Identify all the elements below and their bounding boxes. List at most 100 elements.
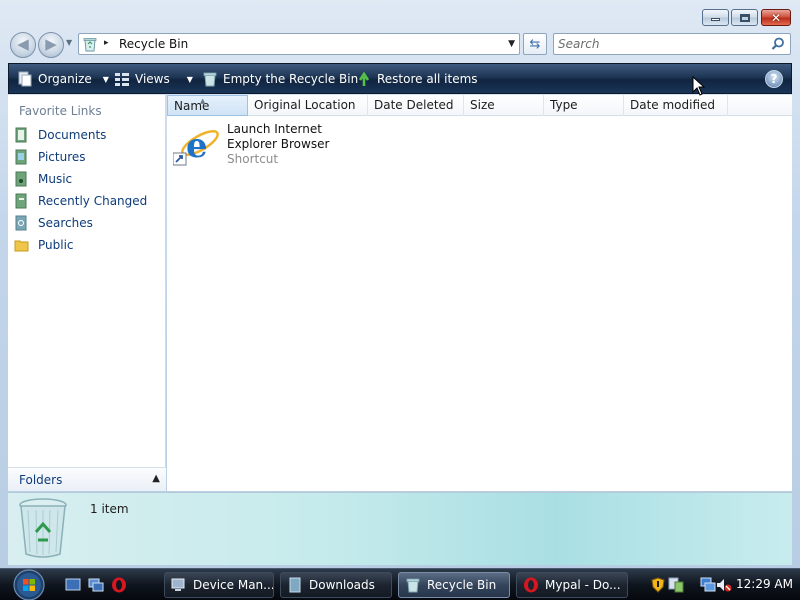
recycle-bin-icon [83, 38, 97, 52]
favorite-link-label: Documents [38, 128, 107, 142]
minimize-icon [711, 18, 720, 21]
chevron-down-icon: ▼ [102, 74, 109, 84]
close-button[interactable]: ✕ [761, 9, 791, 26]
address-bar[interactable]: ▸ Recycle Bin ▼ [78, 33, 520, 55]
maximize-icon [739, 13, 750, 22]
folders-label: Folders [19, 473, 63, 487]
public-folder-icon [14, 240, 29, 252]
clock[interactable]: 12:29 AM [736, 577, 793, 591]
file-list-pane[interactable]: ▲ Name Original Location Date Deleted Si… [167, 95, 792, 491]
list-item[interactable]: e Launch Internet Explorer Browser Short… [173, 122, 373, 168]
chevron-down-icon: ▼ [186, 74, 193, 84]
security-shield-icon[interactable] [650, 577, 666, 593]
column-header-row: ▲ Name Original Location Date Deleted Si… [167, 95, 792, 116]
recycle-bin-icon [19, 498, 67, 558]
internet-explorer-icon: e [173, 126, 219, 166]
favorite-link-public[interactable]: Public [14, 235, 164, 255]
title-bar[interactable]: ✕ [0, 0, 800, 30]
details-pane: 1 item [8, 492, 792, 565]
forward-button[interactable]: ▶ [38, 32, 64, 58]
volume-muted-icon[interactable] [716, 577, 732, 593]
favorite-link-documents[interactable]: Documents [14, 125, 164, 145]
column-header-original-location[interactable]: Original Location [248, 95, 368, 116]
favorite-link-music[interactable]: Music [14, 169, 164, 189]
favorite-link-recently-changed[interactable]: Recently Changed [14, 191, 164, 211]
notification-area: 12:29 AM [646, 572, 798, 598]
command-bar: Organize ▼ Views ▼ Empty the Recycle Bin… [8, 63, 792, 94]
minimize-button[interactable] [702, 9, 729, 26]
restore-all-items-button[interactable]: Restore all items [356, 70, 478, 88]
favorite-link-label: Searches [38, 216, 93, 230]
organize-button[interactable]: Organize ▼ [17, 70, 109, 88]
back-button[interactable]: ◀ [10, 32, 36, 58]
network-warning-icon[interactable] [668, 577, 684, 593]
arrow-left-icon: ◀ [17, 35, 29, 53]
maximize-button[interactable] [731, 9, 758, 26]
file-name: Launch Internet Explorer Browser [227, 122, 330, 151]
column-header-type[interactable]: Type [544, 95, 624, 116]
search-input[interactable] [558, 36, 758, 52]
recycle-bin-icon [406, 578, 420, 593]
refresh-icon: ⇆ [529, 36, 541, 52]
breadcrumb[interactable]: Recycle Bin [119, 37, 188, 51]
chevron-up-icon: ▲ [152, 473, 160, 484]
help-icon[interactable]: ? [765, 70, 783, 88]
recycle-bin-icon [203, 72, 217, 87]
item-count: 1 item [90, 502, 129, 516]
taskbar-item-mypal[interactable]: Mypal - Do... [516, 572, 628, 598]
start-button[interactable] [8, 569, 50, 600]
column-header-date-modified[interactable]: Date modified [624, 95, 728, 116]
favorite-link-label: Recently Changed [38, 194, 148, 208]
favorite-link-searches[interactable]: Searches [14, 213, 164, 233]
organize-icon [18, 71, 32, 87]
views-button[interactable]: Views ▼ [114, 70, 193, 88]
column-header-label: Size [470, 98, 495, 112]
music-icon [15, 171, 27, 187]
views-icon [115, 73, 129, 86]
opera-icon [524, 577, 538, 593]
switch-windows-icon[interactable] [88, 577, 104, 593]
address-dropdown[interactable]: ▼ [508, 39, 515, 49]
favorite-link-pictures[interactable]: Pictures [14, 147, 164, 167]
column-header-date-deleted[interactable]: Date Deleted [368, 95, 464, 116]
search-box[interactable] [553, 33, 791, 55]
sort-ascending-icon: ▲ [200, 97, 206, 105]
favorite-links-heading: Favorite Links [19, 104, 102, 118]
column-header-size[interactable]: Size [464, 95, 544, 116]
restore-all-items-label: Restore all items [377, 72, 478, 86]
taskbar-item-device-manager[interactable]: Device Man... [164, 572, 274, 598]
network-icon[interactable] [700, 577, 716, 593]
taskbar-item-label: Mypal - Do... [545, 578, 621, 592]
favorite-link-label: Pictures [38, 150, 86, 164]
favorite-link-label: Music [38, 172, 73, 186]
arrow-right-icon: ▶ [45, 35, 57, 53]
column-header-name[interactable]: ▲ Name [167, 95, 248, 116]
taskbar-item-label: Downloads [309, 578, 375, 592]
restore-arrow-icon [358, 71, 370, 86]
folders-toggle[interactable]: Folders ▲ [8, 467, 166, 491]
opera-icon[interactable] [111, 577, 127, 593]
taskbar-item-recycle-bin[interactable]: Recycle Bin [398, 572, 510, 598]
mouse-cursor-icon [692, 76, 706, 96]
empty-recycle-bin-button[interactable]: Empty the Recycle Bin [202, 70, 358, 88]
taskbar-item-downloads[interactable]: Downloads [280, 572, 392, 598]
explorer-window: ✕ ◀ ▶ ▼ ▸ Recycle Bin ▼ ⇆ Organize ▼ [0, 0, 800, 568]
folder-icon [289, 577, 301, 593]
breadcrumb-separator[interactable]: ▸ [104, 38, 109, 48]
navigation-pane: Favorite Links Documents Pictures Music … [8, 95, 166, 491]
recent-pages-dropdown[interactable]: ▼ [66, 38, 76, 47]
device-manager-icon [171, 578, 185, 591]
documents-icon [15, 127, 27, 143]
svg-text:e: e [186, 126, 208, 166]
empty-recycle-bin-label: Empty the Recycle Bin [223, 72, 359, 86]
searches-icon [15, 215, 27, 231]
column-header-label: Type [550, 98, 578, 112]
taskbar: Device Man... Downloads Recycle Bin Mypa… [0, 568, 800, 600]
column-header-label: Date modified [630, 98, 716, 112]
refresh-button[interactable]: ⇆ [523, 33, 547, 55]
file-type: Shortcut [227, 152, 279, 166]
show-desktop-icon[interactable] [65, 577, 81, 593]
pictures-icon [15, 149, 27, 165]
column-header-label: Date Deleted [374, 98, 454, 112]
taskbar-item-label: Recycle Bin [427, 578, 497, 592]
